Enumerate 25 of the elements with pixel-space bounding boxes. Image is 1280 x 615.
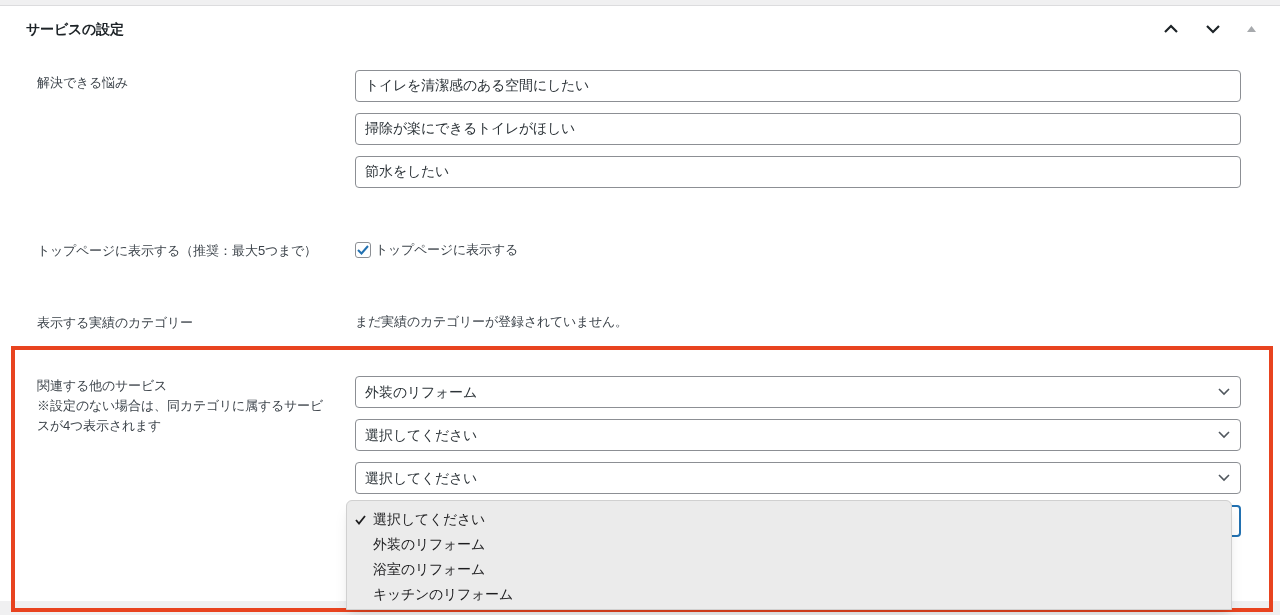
checkbox[interactable]	[355, 242, 371, 258]
panel-title: サービスの設定	[26, 19, 124, 39]
field-label: 関連する他のサービス	[37, 377, 168, 395]
field-label: トップページに表示する（推奨：最大5つまで）	[37, 243, 318, 258]
select-dropdown[interactable]: 選択してください	[355, 462, 1241, 494]
chevron-down-icon	[1218, 431, 1230, 439]
check-icon	[355, 514, 366, 525]
select-dropdown[interactable]: 外装のリフォーム	[355, 376, 1241, 408]
chevron-down-icon	[1218, 388, 1230, 396]
menu-option[interactable]: 浴室のリフォーム	[347, 557, 1231, 582]
field-label: 解決できる悩み	[37, 75, 128, 90]
empty-message: まだ実績のカテゴリーが登録されていません。	[355, 313, 628, 332]
menu-option[interactable]: 選択してください	[347, 507, 1231, 532]
text-field[interactable]: 節水をしたい	[355, 156, 1241, 188]
chevron-down-icon[interactable]	[1205, 24, 1221, 34]
chevron-down-icon	[1218, 474, 1230, 482]
field-label: 表示する実績のカテゴリー	[37, 315, 193, 330]
chevron-up-icon[interactable]	[1163, 24, 1179, 34]
checkbox-label: トップページに表示する	[375, 241, 518, 260]
text-field[interactable]: 掃除が楽にできるトイレがほしい	[355, 113, 1241, 145]
text-field[interactable]: トイレを清潔感のある空間にしたい	[355, 70, 1241, 102]
menu-option[interactable]: キッチンのリフォーム	[347, 582, 1231, 607]
field-note: ※設定のない場合は、同カテゴリに属するサービスが4つ表示されます	[37, 397, 324, 435]
select-dropdown[interactable]: 選択してください	[355, 419, 1241, 451]
menu-option[interactable]: 外装のリフォーム	[347, 532, 1231, 557]
